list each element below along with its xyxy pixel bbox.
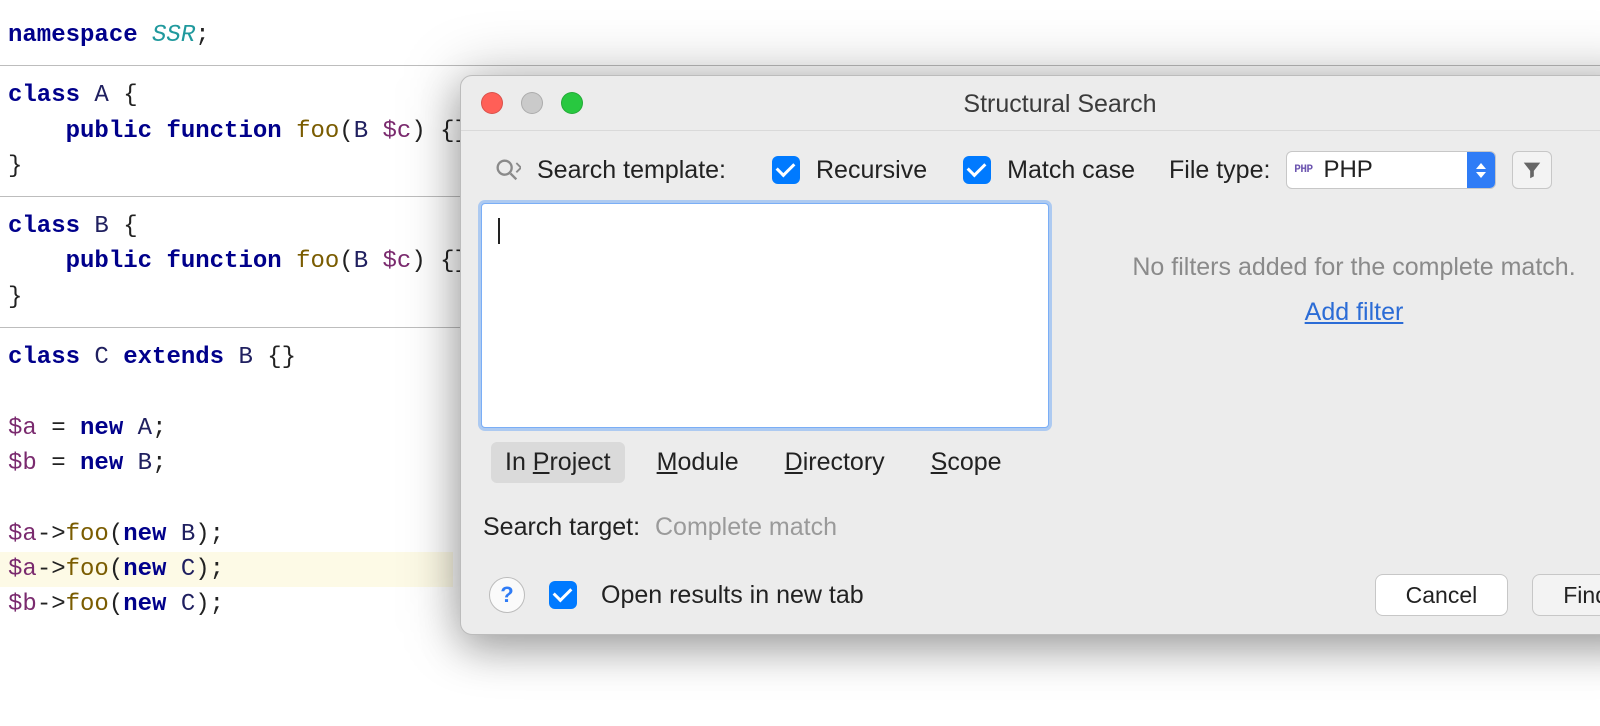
search-toolbar: Search template: Recursive Match case Fi… xyxy=(461,131,1600,203)
scope-in-project[interactable]: In Project xyxy=(491,442,625,483)
scope-module[interactable]: Module xyxy=(643,442,753,483)
search-target-row: Search target: Complete match xyxy=(461,483,1600,542)
search-template-label: Search template: xyxy=(537,156,726,185)
dialog-titlebar[interactable]: Structural Search xyxy=(461,76,1600,131)
filters-panel: No filters added for the complete match.… xyxy=(1049,203,1600,428)
structural-search-dialog: Structural Search Search template: Recur… xyxy=(460,75,1600,635)
dialog-title: Structural Search xyxy=(461,90,1600,119)
match-case-label: Match case xyxy=(1007,156,1135,185)
scope-tabs: In Project Module Directory Scope xyxy=(461,428,1600,483)
search-target-value: Complete match xyxy=(655,513,837,541)
file-type-dropdown[interactable]: PHP PHP xyxy=(1286,151,1496,189)
namespace-keyword: namespace xyxy=(8,22,138,49)
help-button[interactable]: ? xyxy=(489,577,525,613)
file-type-value: PHP xyxy=(1319,156,1467,184)
recursive-label: Recursive xyxy=(816,156,927,185)
scope-scope[interactable]: Scope xyxy=(917,442,1016,483)
file-type-label: File type: xyxy=(1169,156,1270,185)
highlighted-line: $a->foo(new C); xyxy=(0,552,453,587)
namespace-name: SSR xyxy=(152,22,195,49)
cancel-button[interactable]: Cancel xyxy=(1375,574,1509,616)
find-button[interactable]: Find xyxy=(1532,574,1600,616)
scope-directory[interactable]: Directory xyxy=(771,442,899,483)
open-results-checkbox[interactable] xyxy=(549,581,577,609)
search-target-label: Search target: xyxy=(483,513,640,541)
php-file-icon: PHP xyxy=(1287,164,1319,176)
search-history-icon[interactable] xyxy=(493,156,521,184)
text-cursor xyxy=(498,218,500,244)
search-template-input[interactable] xyxy=(481,203,1049,428)
dropdown-caret-icon xyxy=(1467,152,1495,188)
open-results-label: Open results in new tab xyxy=(601,581,864,610)
recursive-checkbox[interactable] xyxy=(772,156,800,184)
dialog-footer: ? Open results in new tab Cancel Find xyxy=(461,574,1600,616)
match-case-checkbox[interactable] xyxy=(963,156,991,184)
filter-button[interactable] xyxy=(1512,151,1552,189)
separator-line xyxy=(0,65,1600,66)
filters-empty-text: No filters added for the complete match. xyxy=(1049,253,1600,282)
add-filter-link[interactable]: Add filter xyxy=(1305,298,1404,327)
